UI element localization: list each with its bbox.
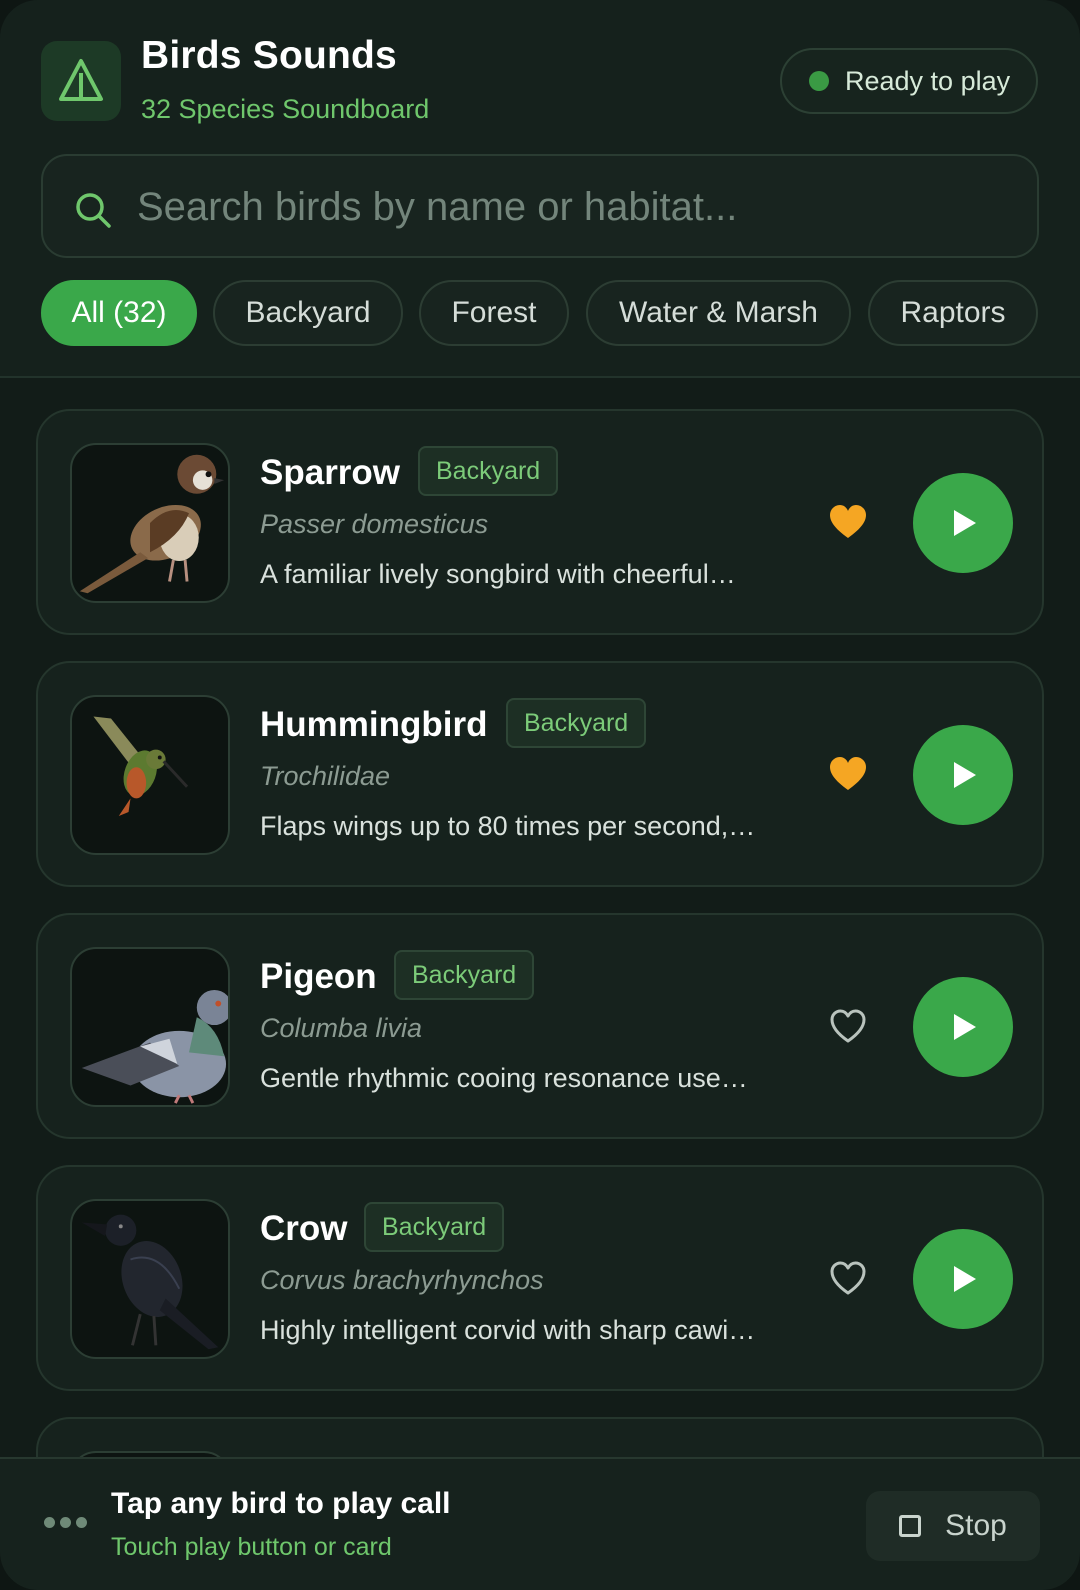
stop-label: Stop (945, 1509, 1007, 1542)
now-playing-subtitle: Touch play button or card (111, 1533, 392, 1561)
heart-filled-icon[interactable] (828, 503, 868, 543)
bird-name: Pigeon (260, 957, 377, 996)
search-input[interactable] (135, 156, 1019, 258)
bird-name: Crow (260, 1209, 348, 1248)
scientific-name: Passer domesticus (260, 509, 489, 539)
app-subtitle: 32 Species Soundboard (141, 94, 430, 124)
mountain-triangle-icon (59, 59, 103, 101)
habitat-tag: Backyard (394, 950, 535, 1000)
heart-filled-icon[interactable] (828, 755, 868, 795)
app-root: Birds Sounds 32 Species Soundboard Ready… (0, 0, 1080, 1590)
status-dot (809, 71, 829, 91)
bird-card-pigeon[interactable]: Pigeon Backyard Columba livia Gentle rhy… (36, 913, 1044, 1139)
now-playing-bar: Tap any bird to play call Touch play but… (0, 1457, 1080, 1590)
scientific-name: Corvus brachyrhynchos (260, 1265, 544, 1295)
bird-image-hummingbird (70, 695, 230, 855)
play-button[interactable] (913, 725, 1013, 825)
search-icon (76, 193, 111, 228)
bird-description: Highly intelligent corvid with sharp caw… (260, 1315, 756, 1345)
bird-description: A familiar lively songbird with cheerful… (260, 559, 736, 589)
bird-card-sparrow[interactable]: Sparrow Backyard Passer domesticus A fam… (36, 409, 1044, 635)
play-button[interactable] (913, 473, 1013, 573)
search-bar (41, 154, 1039, 258)
bird-image-pigeon (70, 947, 230, 1107)
habitat-tag: Backyard (506, 698, 647, 748)
bird-image-sparrow (70, 443, 230, 603)
habitat-tag: Backyard (364, 1202, 505, 1252)
bird-card-crow[interactable]: Crow Backyard Corvus brachyrhynchos High… (36, 1165, 1044, 1391)
habitat-tag: Backyard (418, 446, 559, 496)
logo (41, 41, 121, 121)
scientific-name: Columba livia (260, 1013, 423, 1043)
play-icon (954, 510, 976, 536)
play-icon (954, 1014, 976, 1040)
filter-chip-forest[interactable]: Forest (419, 280, 569, 346)
status-text: Ready to play (845, 65, 1011, 96)
stop-icon (899, 1515, 922, 1537)
play-button[interactable] (913, 977, 1013, 1077)
bird-description: Gentle rhythmic cooing resonance use… (260, 1063, 748, 1093)
filter-chip-raptors[interactable]: Raptors (868, 280, 1038, 346)
bird-name: Hummingbird (260, 705, 488, 744)
heart-outline-icon[interactable] (828, 1007, 868, 1047)
scientific-name: Trochilidae (260, 761, 391, 791)
bird-card-partial[interactable] (36, 1417, 1044, 1458)
header: Birds Sounds 32 Species Soundboard Ready… (0, 0, 1080, 378)
heart-outline-icon[interactable] (828, 1259, 868, 1299)
play-button[interactable] (913, 1229, 1013, 1329)
idle-dots-icon (44, 1517, 92, 1528)
app-title: Birds Sounds (141, 34, 397, 77)
bird-image-crow (70, 1199, 230, 1359)
play-icon (954, 762, 976, 788)
filter-chip-all[interactable]: All (32) (41, 280, 197, 346)
stop-button[interactable]: Stop (866, 1491, 1040, 1561)
play-icon (954, 1266, 976, 1292)
bird-description: Flaps wings up to 80 times per second,… (260, 811, 756, 841)
bird-list: Sparrow Backyard Passer domesticus A fam… (0, 378, 1080, 1458)
now-playing-title: Tap any bird to play call (111, 1487, 451, 1520)
bird-name: Sparrow (260, 453, 401, 492)
bird-card-hummingbird[interactable]: Hummingbird Backyard Trochilidae Flaps w… (36, 661, 1044, 887)
status-badge: Ready to play (780, 48, 1038, 114)
filter-chip-backyard[interactable]: Backyard (213, 280, 403, 346)
filter-chip-water-marsh[interactable]: Water & Marsh (586, 280, 851, 346)
